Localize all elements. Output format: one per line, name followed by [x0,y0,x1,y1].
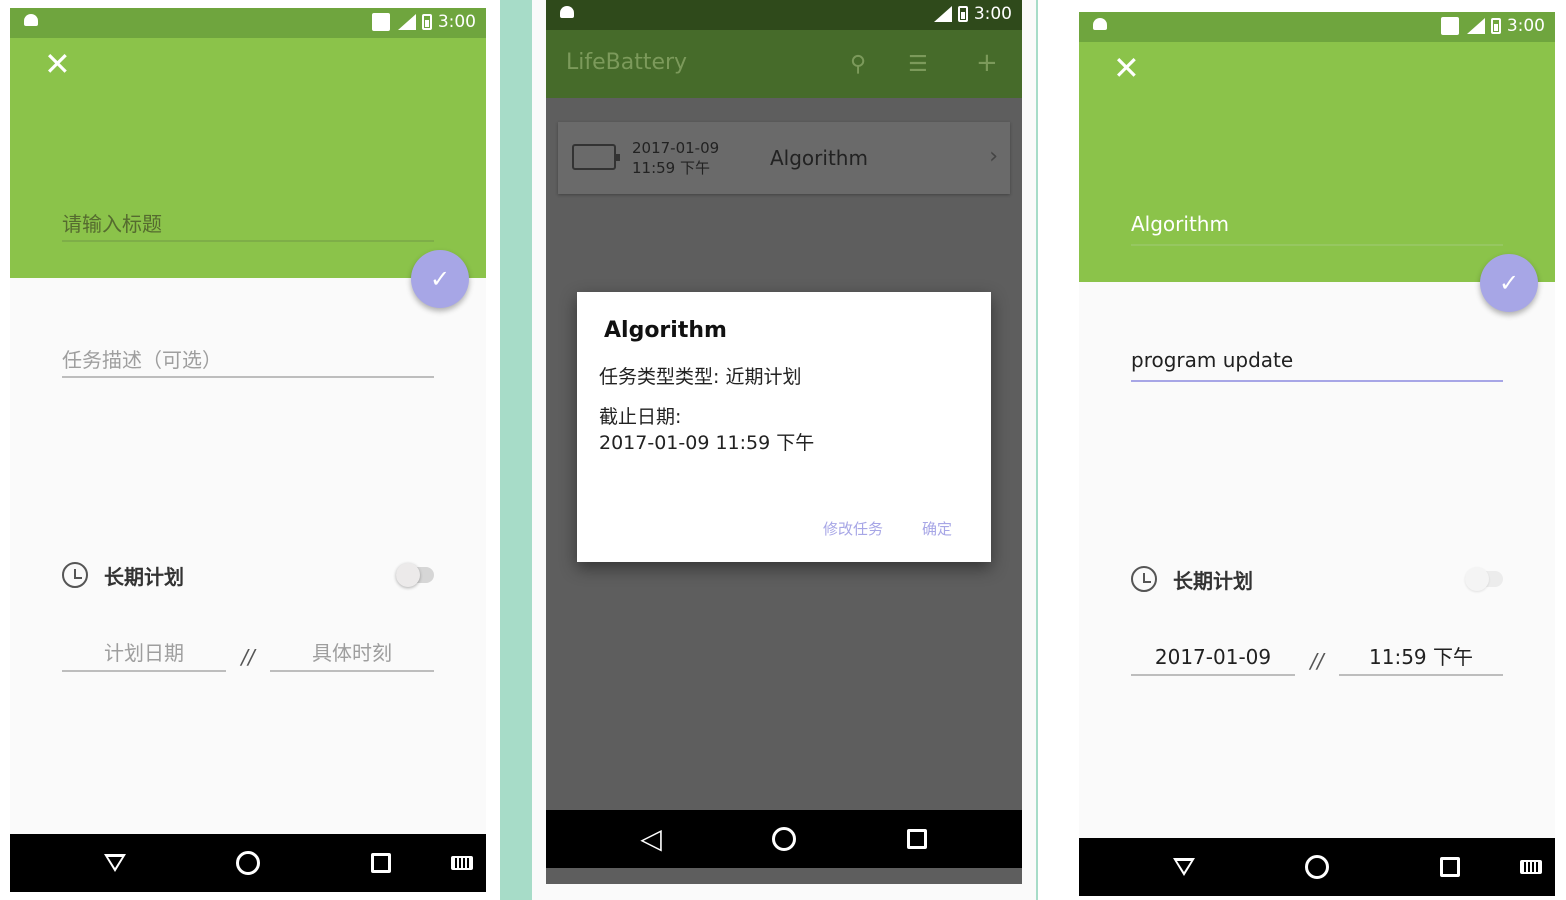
back-icon[interactable] [100,848,130,878]
check-icon: ✓ [1498,269,1520,297]
timer-icon [1131,566,1157,592]
status-time: 3:00 [973,4,1012,24]
title-input[interactable]: Algorithm [1131,212,1503,246]
status-time: 3:00 [1506,16,1545,36]
battery-icon [957,6,968,22]
longterm-toggle[interactable] [1465,567,1503,591]
android-notification-icon [560,6,574,18]
card-date: 2017-01-09 [632,139,720,157]
card-title: Algorithm [770,146,868,170]
longterm-toggle[interactable] [396,563,434,587]
time-input[interactable]: 11:59 下午 [1339,642,1503,676]
ok-button[interactable]: 确定 [922,518,952,539]
task-card[interactable]: 2017-01-09 11:59 下午 Algorithm › [558,122,1010,194]
close-icon[interactable]: ✕ [1113,52,1141,84]
dialog-title: Algorithm [604,318,727,343]
longterm-row: 长期计划 [1131,562,1503,596]
date-input[interactable]: 计划日期 [62,638,226,672]
status-bar: 3:00 [1079,12,1555,42]
datetime-row: 计划日期 // 具体时刻 [62,638,434,672]
android-notification-icon [24,14,38,26]
app-bar: LifeBattery ⚲ ☰ + [546,30,1022,98]
keyboard-icon[interactable] [451,856,473,870]
task-detail-dialog: Algorithm 任务类型类型: 近期计划 截止日期: 2017-01-09 … [577,292,991,562]
confirm-fab-button[interactable]: ✓ [411,250,469,308]
back-icon[interactable]: ◁ [636,824,666,854]
title-input[interactable]: 请输入标题 [62,208,434,242]
dialog-deadline-label: 截止日期: [599,406,682,428]
datetime-separator: // [241,645,255,669]
recents-icon[interactable] [371,853,391,873]
task-header: ✕ 请输入标题 [10,38,486,278]
phone-task-list: 3:00 LifeBattery ⚲ ☰ + 2017-01-09 11:59 … [546,0,1022,884]
status-bar: 3:00 [546,0,1022,30]
status-bar: 3:00 [10,8,486,38]
search-icon[interactable]: ⚲ [850,52,866,77]
home-icon[interactable] [1305,855,1329,879]
card-deadline: 2017-01-09 11:59 下午 [632,138,719,178]
sort-icon[interactable]: ☰ [908,52,928,77]
nav-bar: ◁ [546,810,1022,868]
notification-square-icon [371,13,390,31]
signal-icon [932,6,952,22]
time-input[interactable]: 具体时刻 [270,638,434,672]
home-icon[interactable] [772,827,796,851]
description-input[interactable]: program update [1131,348,1503,382]
battery-icon [421,14,432,30]
datetime-separator: // [1310,649,1324,673]
screenshot-stage: 3:00 ✕ 请输入标题 ✓ 任务描述（可选） 长期计划 计划日期 // 具体时… [0,0,1566,900]
close-icon[interactable]: ✕ [44,48,72,80]
dialog-deadline-value: 2017-01-09 11:59 下午 [599,432,815,454]
longterm-label: 长期计划 [1173,568,1253,593]
home-icon[interactable] [236,851,260,875]
notification-square-icon [1440,17,1459,35]
status-time: 3:00 [437,12,476,32]
recents-icon[interactable] [907,829,927,849]
longterm-label: 长期计划 [104,564,184,589]
signal-icon [1465,18,1485,34]
description-input[interactable]: 任务描述（可选） [62,344,434,378]
edit-task-button[interactable]: 修改任务 [823,518,883,539]
phone-new-task: 3:00 ✕ 请输入标题 ✓ 任务描述（可选） 长期计划 计划日期 // 具体时… [10,8,486,892]
datetime-row: 2017-01-09 // 11:59 下午 [1131,642,1503,676]
nav-bar [10,834,486,892]
android-notification-icon [1093,18,1107,30]
phone-edit-task: 3:00 ✕ Algorithm ✓ program update 长期计划 2… [1079,12,1555,896]
recents-icon[interactable] [1440,857,1460,877]
confirm-fab-button[interactable]: ✓ [1480,254,1538,312]
back-icon[interactable] [1169,852,1199,882]
card-time: 11:59 下午 [632,159,710,177]
add-icon[interactable]: + [976,48,998,78]
dialog-task-type: 任务类型类型: 近期计划 [599,366,802,388]
nav-bar [1079,838,1555,896]
check-icon: ✓ [429,265,451,293]
battery-level-icon [572,144,620,170]
timer-icon [62,562,88,588]
app-title: LifeBattery [566,50,688,75]
chevron-right-icon: › [989,144,998,169]
keyboard-icon[interactable] [1520,860,1542,874]
dialog-deadline: 截止日期: 2017-01-09 11:59 下午 [599,404,814,456]
date-input[interactable]: 2017-01-09 [1131,642,1295,676]
signal-icon [396,14,416,30]
task-header: ✕ Algorithm [1079,42,1555,282]
longterm-row: 长期计划 [62,558,434,592]
battery-icon [1490,18,1501,34]
